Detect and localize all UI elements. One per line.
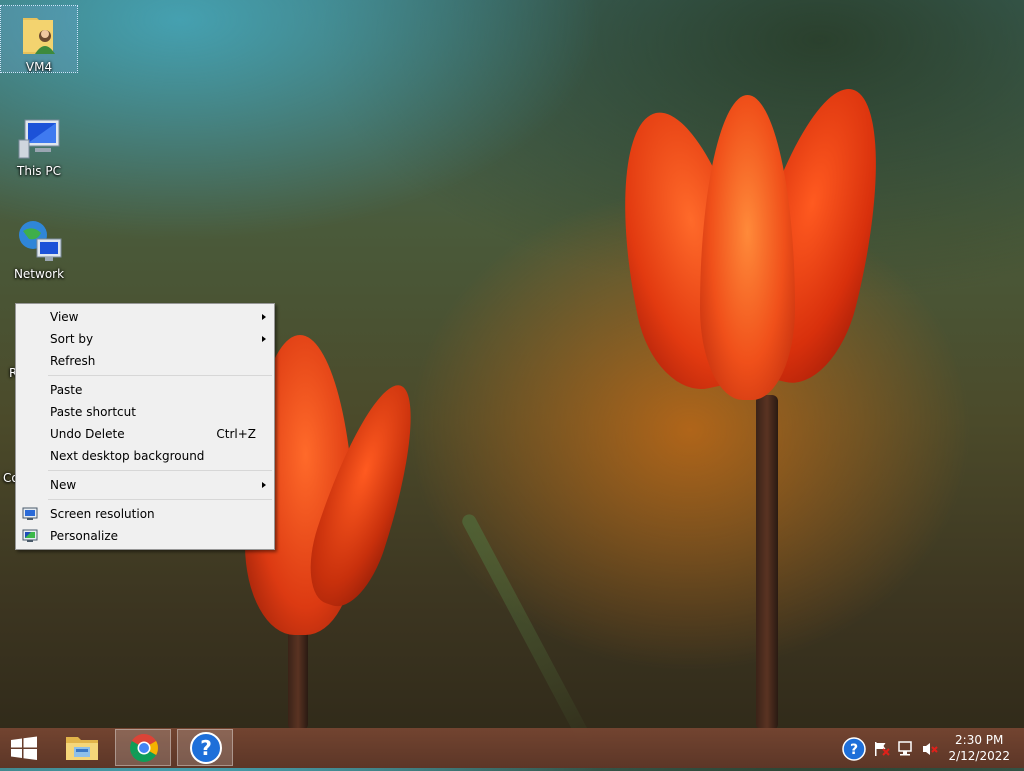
taskbar-help[interactable]: ?: [177, 729, 233, 766]
menu-item-label: Personalize: [50, 529, 119, 543]
taskbar-clock[interactable]: 2:30 PM 2/12/2022: [948, 732, 1010, 764]
small-tulip-stem: [288, 620, 308, 730]
desktop-icon-vm4[interactable]: VM4: [0, 5, 78, 74]
system-tray: ?: [840, 728, 950, 768]
menu-item-label: Paste shortcut: [50, 405, 136, 419]
menu-item-paste-shortcut[interactable]: Paste shortcut: [16, 401, 274, 423]
menu-item-refresh[interactable]: Refresh: [16, 350, 274, 372]
network-icon[interactable]: [897, 740, 915, 761]
menu-item-label: Undo Delete: [50, 427, 125, 441]
taskbar-chrome[interactable]: [115, 729, 171, 766]
menu-item-paste[interactable]: Paste: [16, 379, 274, 401]
menu-item-next-desktop-background[interactable]: Next desktop background: [16, 445, 274, 467]
submenu-arrow-icon: [262, 336, 266, 342]
user-folder-icon: [15, 10, 63, 58]
svg-text:?: ?: [850, 742, 858, 758]
menu-separator: [48, 499, 272, 500]
menu-item-new[interactable]: New: [16, 474, 274, 496]
menu-item-screen-resolution[interactable]: Screen resolution: [16, 503, 274, 525]
taskbar-file-explorer[interactable]: [54, 729, 110, 766]
menu-item-personalize[interactable]: Personalize: [16, 525, 274, 547]
volume-muted-icon[interactable]: [921, 741, 939, 760]
computer-icon: [15, 114, 63, 162]
menu-item-view[interactable]: View: [16, 306, 274, 328]
menu-item-label: Next desktop background: [50, 449, 205, 463]
submenu-arrow-icon: [262, 482, 266, 488]
menu-item-label: Paste: [50, 383, 83, 397]
desktop-icon-label: VM4: [25, 60, 53, 74]
menu-separator: [48, 375, 272, 376]
big-tulip-petal: [700, 95, 795, 400]
desktop-icon-this-pc[interactable]: This PC: [1, 110, 77, 178]
clock-time: 2:30 PM: [955, 733, 1004, 747]
desktop-icon-label: Network: [13, 267, 65, 281]
start-button[interactable]: [0, 728, 48, 768]
chrome-icon: [116, 734, 172, 768]
menu-item-label: Screen resolution: [50, 507, 155, 521]
big-tulip-stem: [756, 395, 778, 730]
menu-item-label: View: [50, 310, 79, 324]
desktop-context-menu: View Sort by Refresh Paste Paste shortcu…: [15, 303, 275, 550]
personalize-icon: [22, 528, 38, 544]
submenu-arrow-icon: [262, 314, 266, 320]
menu-item-shortcut: Ctrl+Z: [216, 427, 256, 441]
menu-separator: [48, 470, 272, 471]
wallpaper-grass: [459, 511, 595, 749]
menu-item-undo-delete[interactable]: Undo Delete Ctrl+Z: [16, 423, 274, 445]
desktop-icon-network[interactable]: Network: [1, 213, 77, 281]
folder-icon: [54, 737, 110, 769]
clock-date: 2/12/2022: [948, 749, 1010, 763]
desktop-icon-label: This PC: [17, 164, 61, 178]
help-icon: ?: [178, 732, 234, 768]
network-icon: [15, 217, 63, 265]
taskbar: ? ? 2:30 PM 2/12/2022: [0, 728, 1024, 768]
screen-resolution-icon: [22, 506, 38, 522]
menu-item-sort-by[interactable]: Sort by: [16, 328, 274, 350]
menu-item-label: New: [50, 478, 77, 492]
windows-logo-icon: [0, 736, 48, 771]
tray-help-icon[interactable]: ?: [842, 737, 866, 764]
menu-item-label: Refresh: [50, 354, 96, 368]
action-center-flag-icon[interactable]: [873, 741, 891, 760]
svg-text:?: ?: [200, 736, 212, 760]
menu-item-label: Sort by: [50, 332, 94, 346]
